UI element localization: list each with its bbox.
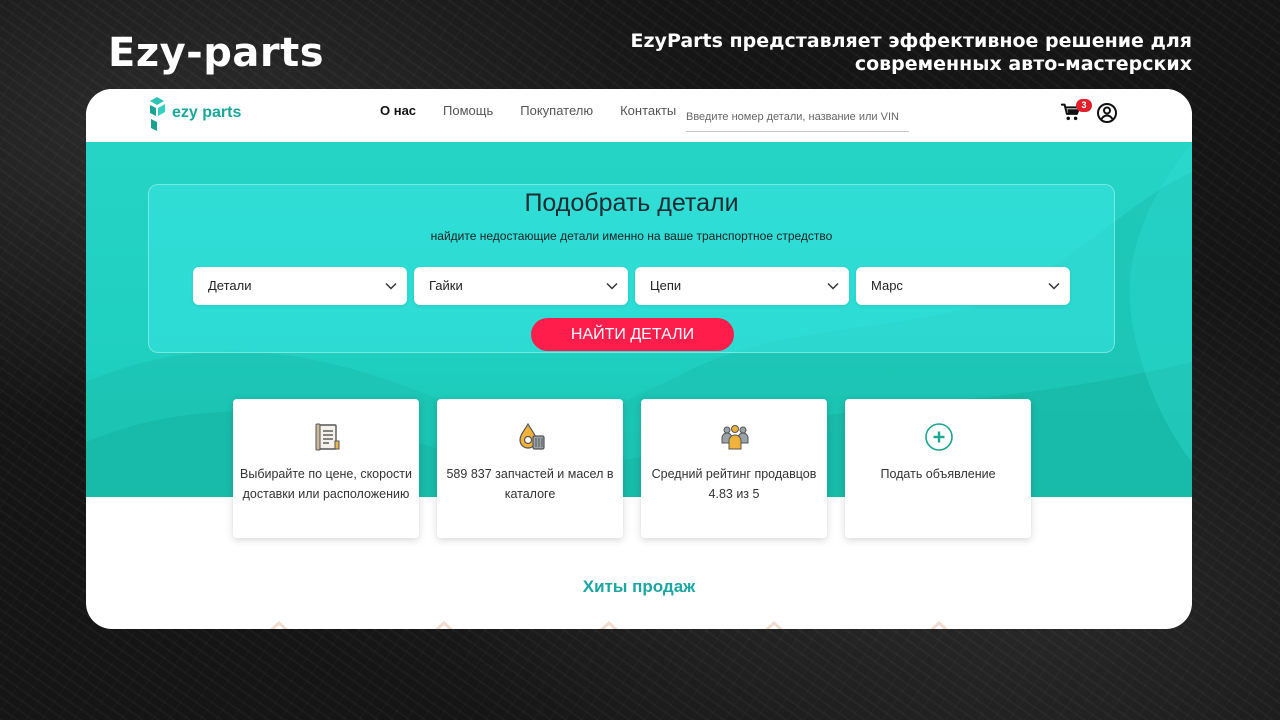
find-parts-button[interactable]: НАЙТИ ДЕТАЛИ (531, 318, 734, 351)
select-part-type[interactable]: Цепи (635, 267, 849, 305)
select-subcategory-value: Гайки (429, 278, 463, 293)
feature-card-text: 589 837 запчастей и масел в каталоге (446, 467, 614, 501)
parts-finder-panel: Подобрать детали найдите недостающие дет… (148, 184, 1115, 353)
product-thumbnail-peek (600, 620, 618, 629)
slide-subtitle: EzyParts представляет эффективное решени… (630, 30, 1192, 75)
chevron-down-icon (1048, 282, 1060, 290)
product-thumbnail-peek (435, 620, 453, 629)
feature-card-filter: Выбирайте по цене, скорости доставки или… (233, 399, 419, 538)
select-category[interactable]: Детали (193, 267, 407, 305)
nav-item-help[interactable]: Помощь (443, 103, 493, 118)
chevron-down-icon (606, 282, 618, 290)
select-brand-value: Марс (871, 278, 903, 293)
website-screenshot-frame: ezy parts О нас Помощь Покупателю Контак… (86, 89, 1192, 629)
select-part-type-value: Цепи (650, 278, 682, 293)
feature-card-catalog: 589 837 запчастей и масел в каталоге (437, 399, 623, 538)
account-button[interactable] (1096, 102, 1118, 124)
feature-card-text: Подать объявление (880, 467, 996, 481)
document-list-icon (315, 423, 340, 451)
product-thumbnail-peek (765, 620, 783, 629)
product-thumbnail-peek (930, 620, 948, 629)
cart-button[interactable]: 3 (1060, 99, 1092, 127)
chevron-down-icon (827, 282, 839, 290)
cart-count-badge: 3 (1076, 99, 1092, 112)
feature-card-text: Выбирайте по цене, скорости доставки или… (240, 467, 412, 501)
plus-circle-icon (925, 423, 953, 451)
logo-text: ezy parts (172, 104, 242, 121)
finder-subtitle: найдите недостающие детали именно на ваш… (430, 229, 833, 243)
feature-card-rating: Средний рейтинг продавцов 4.83 из 5 (641, 399, 827, 538)
bestsellers-title: Хиты продаж (582, 577, 696, 596)
nav-item-about[interactable]: О нас (380, 103, 416, 118)
user-icon (1097, 103, 1117, 123)
select-subcategory[interactable]: Гайки (414, 267, 628, 305)
logo-cube-icon (150, 97, 165, 131)
nav-item-buyer[interactable]: Покупателю (520, 103, 593, 118)
feature-card-text: Средний рейтинг продавцов 4.83 из 5 (651, 467, 817, 501)
product-thumbnail-peek (270, 620, 288, 629)
sellers-group-icon (721, 425, 749, 450)
site-logo[interactable]: ezy parts (148, 91, 241, 135)
chevron-down-icon (385, 282, 397, 290)
select-category-value: Детали (208, 278, 252, 293)
search-input[interactable] (686, 102, 909, 132)
main-nav: О нас Помощь Покупателю Контакты (380, 103, 703, 118)
finder-title: Подобрать детали (524, 189, 739, 217)
nav-item-contacts[interactable]: Контакты (620, 103, 676, 118)
feature-card-post-ad[interactable]: Подать объявление (845, 399, 1031, 538)
oil-drop-gear-icon (519, 422, 545, 450)
select-brand[interactable]: Марс (856, 267, 1070, 305)
slide-title: Ezy-parts (108, 30, 325, 76)
site-header: ezy parts О нас Помощь Покупателю Контак… (86, 89, 1192, 142)
